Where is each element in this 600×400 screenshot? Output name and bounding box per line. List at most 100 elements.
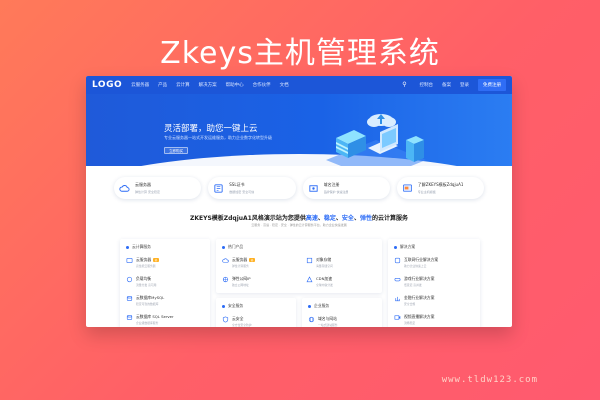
panel-column: 云服务器热弹性计算服务 弹性公网IP 独立公网地址 bbox=[222, 257, 292, 295]
section-title-prefix: ZKEYS模板ZdqjuA1风格演示站为您提供 bbox=[190, 215, 306, 222]
section-title-suffix: 的云计算服务 bbox=[371, 215, 408, 222]
list-item-title: 视频直播解决方案 bbox=[404, 314, 435, 319]
section-highlight-stable: 稳定 bbox=[323, 215, 336, 222]
database-icon bbox=[126, 315, 133, 320]
register-button[interactable]: 免费注册 bbox=[478, 79, 506, 91]
panel-enterprise: 企业服务 域名与网站 一站式建站服务 bbox=[302, 298, 382, 327]
video-icon bbox=[394, 315, 401, 320]
list-item-desc: 流畅稳定 bbox=[404, 321, 416, 325]
hero-title: 灵活部署，助您一键上云 bbox=[164, 124, 258, 134]
list-item-title: 云安全 bbox=[232, 316, 244, 321]
ssl-icon bbox=[214, 183, 223, 193]
feature-card-cloud-server[interactable]: 云服务器 弹性计算 安全稳定 bbox=[114, 177, 202, 199]
panel-solutions: 解决方案 互联网行业解决方案 助力企业快速上云 游戏行业解决方案 低延迟 高并发 金… bbox=[388, 239, 480, 327]
shield-icon bbox=[222, 316, 229, 323]
list-item-desc: 全方位安全防护 bbox=[232, 323, 252, 327]
site-logo[interactable]: LOGO bbox=[92, 80, 122, 90]
cloud-icon bbox=[119, 184, 130, 192]
section-highlight-elastic: 弹性 bbox=[359, 215, 372, 222]
list-item[interactable]: 云安全全方位安全防护 bbox=[222, 316, 290, 327]
feature-card-template[interactable]: 了解ZKEYS模板ZdqjuA1 专业主机模板 bbox=[396, 177, 484, 199]
feature-desc: 数据加密 安全可信 bbox=[229, 189, 255, 194]
feature-desc: 弹性计算 安全稳定 bbox=[135, 189, 160, 194]
hero-curve bbox=[86, 154, 512, 166]
feature-desc: 品牌保护 快速注册 bbox=[323, 189, 349, 194]
nav-item-cloud-server[interactable]: 云服务器 bbox=[131, 82, 149, 88]
list-item-title: 云数据库 SQL Server bbox=[136, 314, 174, 319]
dot-icon bbox=[126, 245, 129, 249]
nav-item-help[interactable]: 帮助中心 bbox=[226, 82, 244, 88]
list-item[interactable]: 视频直播解决方案 流畅稳定 bbox=[394, 314, 474, 325]
nav-item-solutions[interactable]: 解决方案 bbox=[199, 82, 217, 88]
list-item[interactable]: 互联网行业解决方案 助力企业快速上云 bbox=[394, 257, 474, 268]
feature-title: 了解ZKEYS模板ZdqjuA1 bbox=[417, 182, 464, 188]
list-item-desc: 弹性计算服务 bbox=[232, 264, 249, 268]
hero-banner: 灵活部署，助您一键上云 专业云服务器一站式开发运维服务，助力企业数字化转型升级 … bbox=[86, 94, 512, 166]
list-item-title: 云数据库MySQL bbox=[136, 295, 165, 300]
dot-icon bbox=[222, 304, 225, 308]
list-item[interactable]: CDN加速 全球内容分发 bbox=[306, 276, 376, 287]
list-item-desc: 安全合规 bbox=[404, 302, 416, 306]
section-highlight-speed: 高速 bbox=[305, 215, 318, 222]
hero-buy-button[interactable]: 立即购买 bbox=[164, 147, 188, 154]
template-icon bbox=[402, 183, 412, 192]
hot-badge: 热 bbox=[153, 258, 159, 262]
nav-item-partners[interactable]: 合作伙伴 bbox=[253, 82, 271, 88]
list-item-desc: 稳定可靠的数据库 bbox=[136, 302, 159, 306]
nav-item-console[interactable]: 控制台 bbox=[420, 82, 434, 88]
feature-title: 域名注册 bbox=[323, 182, 340, 188]
list-item-title: 域名与网站 bbox=[318, 316, 337, 321]
list-item-desc: 助力企业快速上云 bbox=[404, 264, 427, 268]
section-subtitle: 云服务 · 高速 · 稳定 · 安全 · 弹性的云计算服务平台，助力企业快速发展 bbox=[251, 223, 347, 227]
nav-item-icp[interactable]: 备案 bbox=[442, 82, 451, 88]
list-item[interactable]: 游戏行业解决方案 低延迟 高并发 bbox=[394, 276, 474, 287]
list-item-desc: 全球内容分发 bbox=[316, 283, 333, 287]
cloud-upload-icon bbox=[367, 114, 396, 127]
list-item[interactable]: 云服务器热弹性计算服务 bbox=[222, 257, 292, 268]
feature-card-domain[interactable]: 域名注册 品牌保护 快速注册 bbox=[302, 177, 390, 199]
feature-card-ssl[interactable]: SSL证书 数据加密 安全可信 bbox=[208, 177, 296, 199]
nav-item-docs[interactable]: 文档 bbox=[280, 82, 289, 88]
panel-security: 安全服务 云安全 全方位安全防护 bbox=[216, 298, 296, 327]
tower-icon bbox=[406, 136, 424, 162]
hot-badge: 热 bbox=[249, 258, 255, 262]
panel-header: 解决方案 bbox=[394, 244, 474, 250]
list-item-title: 互联网行业解决方案 bbox=[404, 257, 439, 262]
nav-item-products[interactable]: 产品 bbox=[158, 82, 167, 88]
top-navbar: LOGO 云服务器 产品 云计算 解决方案 帮助中心 合作伙伴 文档 ⚲ 控制台… bbox=[86, 76, 512, 94]
nav-item-cloud-computing[interactable]: 云计算 bbox=[176, 82, 190, 88]
globe-icon bbox=[308, 316, 315, 323]
list-item-title: 游戏行业解决方案 bbox=[404, 276, 435, 281]
list-item[interactable]: 云服务器热高性能云服务器 bbox=[126, 257, 204, 268]
cloud-server-icon bbox=[126, 258, 133, 263]
server-isometric-illustration bbox=[326, 114, 426, 166]
list-item[interactable]: 云数据库 SQL Server 企业级数据库服务 bbox=[126, 314, 204, 325]
panel-header-label: 企业服务 bbox=[314, 303, 330, 308]
search-icon[interactable]: ⚲ bbox=[399, 82, 411, 88]
list-item[interactable]: 负载均衡 流量分发 高可用 bbox=[126, 276, 204, 287]
list-item[interactable]: 弹性公网IP 独立公网地址 bbox=[222, 276, 292, 287]
list-item[interactable]: 对象存储 海量存储空间 bbox=[306, 257, 376, 268]
list-item[interactable]: 云数据库MySQL 稳定可靠的数据库 bbox=[126, 295, 204, 306]
load-balancer-icon bbox=[126, 276, 133, 283]
list-item-desc: 企业级数据库服务 bbox=[136, 321, 159, 325]
list-item-desc: 流量分发 高可用 bbox=[136, 283, 157, 287]
feature-title: SSL证书 bbox=[229, 182, 245, 188]
domain-icon bbox=[308, 184, 318, 192]
storage-icon bbox=[306, 257, 313, 264]
cdn-icon bbox=[306, 276, 313, 283]
list-item[interactable]: 域名与网站 一站式建站服务 bbox=[308, 316, 376, 327]
list-item[interactable]: 金融行业解决方案 安全合规 bbox=[394, 295, 474, 306]
list-item-title: 云服务器热 bbox=[232, 257, 255, 263]
list-item-desc: 独立公网地址 bbox=[232, 283, 249, 287]
panel-hot-products: 热门产品 云服务器热弹性计算服务 弹性公网IP 独立公网地址 对象存储 海量存储空间 bbox=[216, 239, 382, 293]
banner-title: Zkeys主机管理系统 bbox=[160, 36, 440, 71]
watermark: www.tldw123.com bbox=[441, 375, 538, 385]
feature-desc: 专业主机模板 bbox=[417, 189, 436, 194]
panel-header-label: 热门产品 bbox=[228, 244, 244, 249]
database-icon bbox=[126, 296, 133, 301]
nav-item-login[interactable]: 登录 bbox=[460, 82, 469, 88]
panel-header: 云计算服务 bbox=[126, 244, 204, 250]
list-item-label: 云服务器 bbox=[232, 257, 248, 262]
list-item-desc: 低延迟 高并发 bbox=[404, 283, 422, 287]
